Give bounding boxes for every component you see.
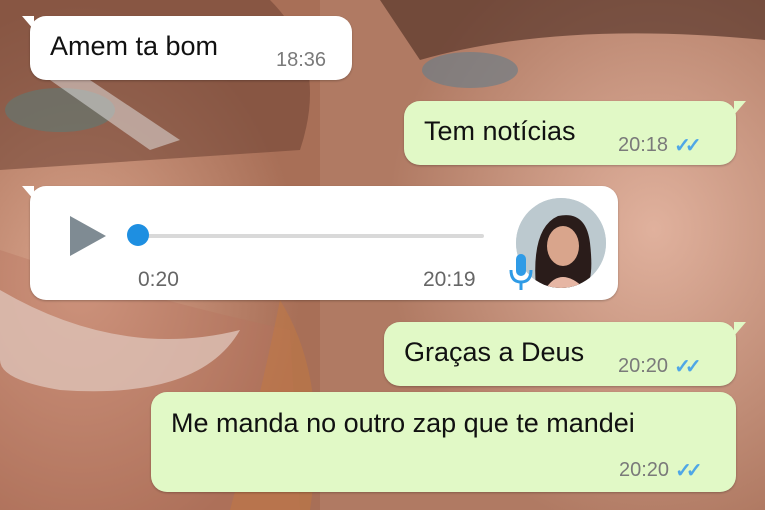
message-time: 20:18 (618, 134, 669, 156)
message-bubble-outgoing[interactable]: Tem notícias 20:18 ✓✓ (404, 101, 746, 165)
message-time: 20:20 (618, 355, 669, 377)
message-text: Graças a Deus (404, 337, 585, 367)
message-meta: 18:36 (276, 49, 326, 72)
voice-progress-track[interactable] (138, 234, 484, 238)
message-bubble-incoming[interactable]: Amem ta bom 18:36 (22, 16, 352, 80)
double-check-icon: ✓✓ (675, 460, 702, 482)
message-bubble-outgoing[interactable]: Me manda no outro zap que te mandei 20:2… (151, 392, 736, 492)
message-text: Tem notícias (424, 116, 576, 146)
voice-progress-knob[interactable] (127, 224, 149, 246)
message-time: 20:20 (619, 459, 670, 481)
microphone-icon (509, 254, 533, 290)
message-meta: 20:18 ✓✓ (618, 133, 701, 158)
voice-duration: 0:20 (138, 268, 179, 291)
message-text: Me manda no outro zap que te mandei (171, 408, 635, 438)
play-icon[interactable] (68, 214, 108, 258)
message-time: 18:36 (276, 49, 327, 71)
double-check-icon: ✓✓ (674, 356, 701, 378)
message-bubble-outgoing[interactable]: Graças a Deus 20:20 ✓✓ (384, 322, 746, 386)
message-meta: 20:20 ✓✓ (618, 354, 701, 379)
message-time: 20:19 (423, 268, 476, 291)
double-check-icon: ✓✓ (674, 135, 701, 157)
message-text: Amem ta bom (50, 31, 219, 61)
message-meta: 20:20 ✓✓ (619, 458, 702, 483)
